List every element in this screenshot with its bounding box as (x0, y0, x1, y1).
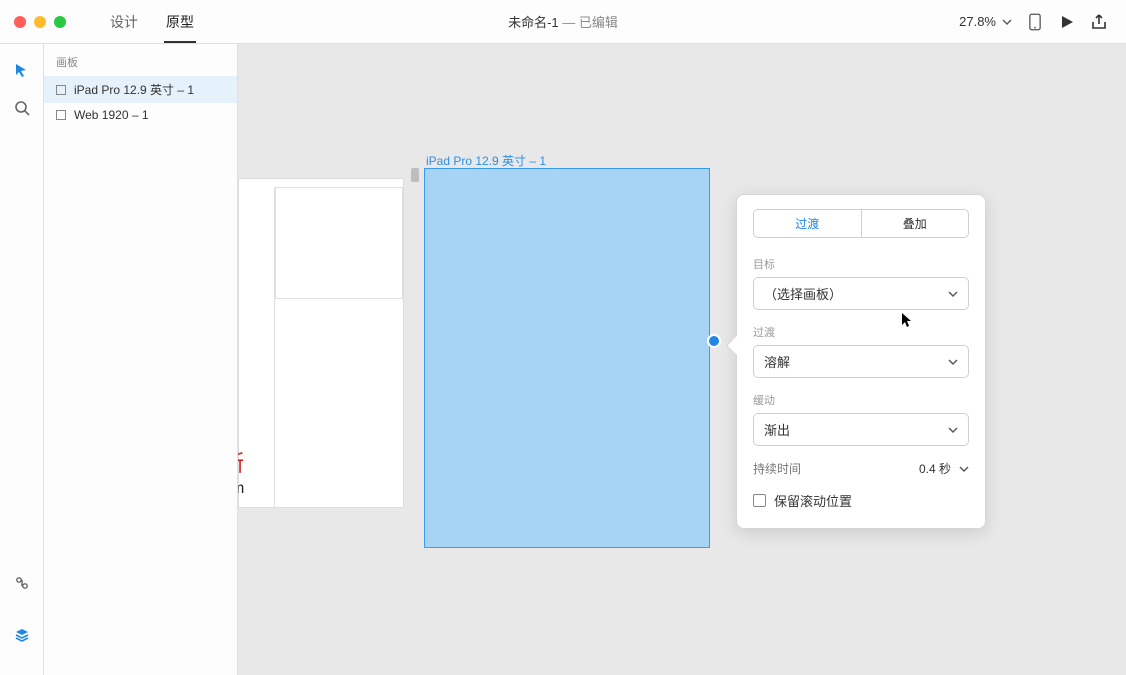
easing-select[interactable]: 渐出 (753, 413, 969, 446)
close-window-button[interactable] (14, 16, 26, 28)
preserve-scroll-checkbox[interactable] (753, 494, 766, 507)
select-tool[interactable] (10, 58, 34, 82)
search-tool[interactable] (10, 96, 34, 120)
duration-row: 持续时间 0.4 秒 (753, 460, 969, 477)
artboard-tab-handle[interactable] (411, 168, 419, 182)
layer-item-label: iPad Pro 12.9 英寸 – 1 (74, 81, 194, 98)
tab-prototype[interactable]: 原型 (152, 0, 208, 43)
layer-item[interactable]: Web 1920 – 1 (44, 103, 237, 127)
seg-transition[interactable]: 过渡 (754, 210, 861, 237)
mode-tabs: 设计 原型 (96, 0, 208, 43)
play-button[interactable] (1058, 13, 1076, 31)
preserve-scroll-label: 保留滚动位置 (774, 491, 852, 510)
preserve-scroll-row[interactable]: 保留滚动位置 (753, 491, 969, 510)
prototype-connector-handle[interactable] (707, 334, 721, 348)
tab-design[interactable]: 设计 (96, 0, 152, 43)
duration-value: 0.4 秒 (919, 460, 951, 477)
layer-item[interactable]: iPad Pro 12.9 英寸 – 1 (44, 76, 237, 103)
document-state-sep: — (559, 15, 579, 30)
document-name: 未命名-1 (508, 15, 559, 30)
transition-select[interactable]: 溶解 (753, 345, 969, 378)
target-select[interactable]: （选择画板） (753, 277, 969, 310)
easing-label: 缓动 (753, 392, 969, 408)
chevron-down-icon (948, 289, 958, 299)
left-toolbar (0, 44, 44, 675)
chevron-down-icon (1002, 17, 1012, 27)
minimize-window-button[interactable] (34, 16, 46, 28)
chevron-down-icon (948, 425, 958, 435)
zoom-value: 27.8% (959, 14, 996, 29)
document-state: 已编辑 (579, 15, 618, 30)
zoom-dropdown[interactable]: 27.8% (959, 14, 1012, 29)
window-controls (0, 16, 66, 28)
transition-value: 溶解 (764, 352, 790, 371)
plugins-button[interactable] (10, 571, 34, 595)
action-segmented: 过渡 叠加 (753, 209, 969, 238)
device-preview-button[interactable] (1026, 13, 1044, 31)
layer-item-label: Web 1920 – 1 (74, 108, 149, 122)
target-value: （选择画板） (764, 284, 842, 303)
watermark-url: lapulace.com (238, 480, 246, 498)
titlebar: 设计 原型 未命名-1 — 已编辑 27.8% (0, 0, 1126, 44)
watermark-text: 拉普拉斯 (238, 446, 246, 478)
share-button[interactable] (1090, 13, 1108, 31)
watermark: 拉普拉斯 lapulace.com (238, 446, 246, 498)
layers-panel: 画板 iPad Pro 12.9 英寸 – 1 Web 1920 – 1 (44, 44, 238, 675)
chevron-down-icon (948, 357, 958, 367)
artboard-icon (56, 110, 66, 120)
artboard-web[interactable] (238, 178, 404, 508)
maximize-window-button[interactable] (54, 16, 66, 28)
artboard-label[interactable]: iPad Pro 12.9 英寸 – 1 (426, 152, 546, 169)
duration-select[interactable]: 0.4 秒 (919, 460, 969, 477)
transition-label: 过渡 (753, 324, 969, 340)
canvas[interactable]: iPad Pro 12.9 英寸 – 1 拉普拉斯 lapulace.com 过… (238, 44, 1126, 675)
seg-overlay[interactable]: 叠加 (861, 210, 969, 237)
layers-section-title: 画板 (44, 44, 237, 76)
layers-button[interactable] (10, 623, 34, 647)
document-title: 未命名-1 — 已编辑 (508, 12, 618, 31)
duration-label: 持续时间 (753, 460, 801, 477)
artboard-icon (56, 85, 66, 95)
target-label: 目标 (753, 256, 969, 272)
easing-value: 渐出 (764, 420, 790, 439)
chevron-down-icon (959, 464, 969, 474)
toolbar-right: 27.8% (959, 13, 1126, 31)
artboard-selected[interactable] (424, 168, 710, 548)
interaction-popover: 过渡 叠加 目标 （选择画板） 过渡 溶解 缓动 渐出 持续时间 0.4 秒 (736, 194, 986, 529)
